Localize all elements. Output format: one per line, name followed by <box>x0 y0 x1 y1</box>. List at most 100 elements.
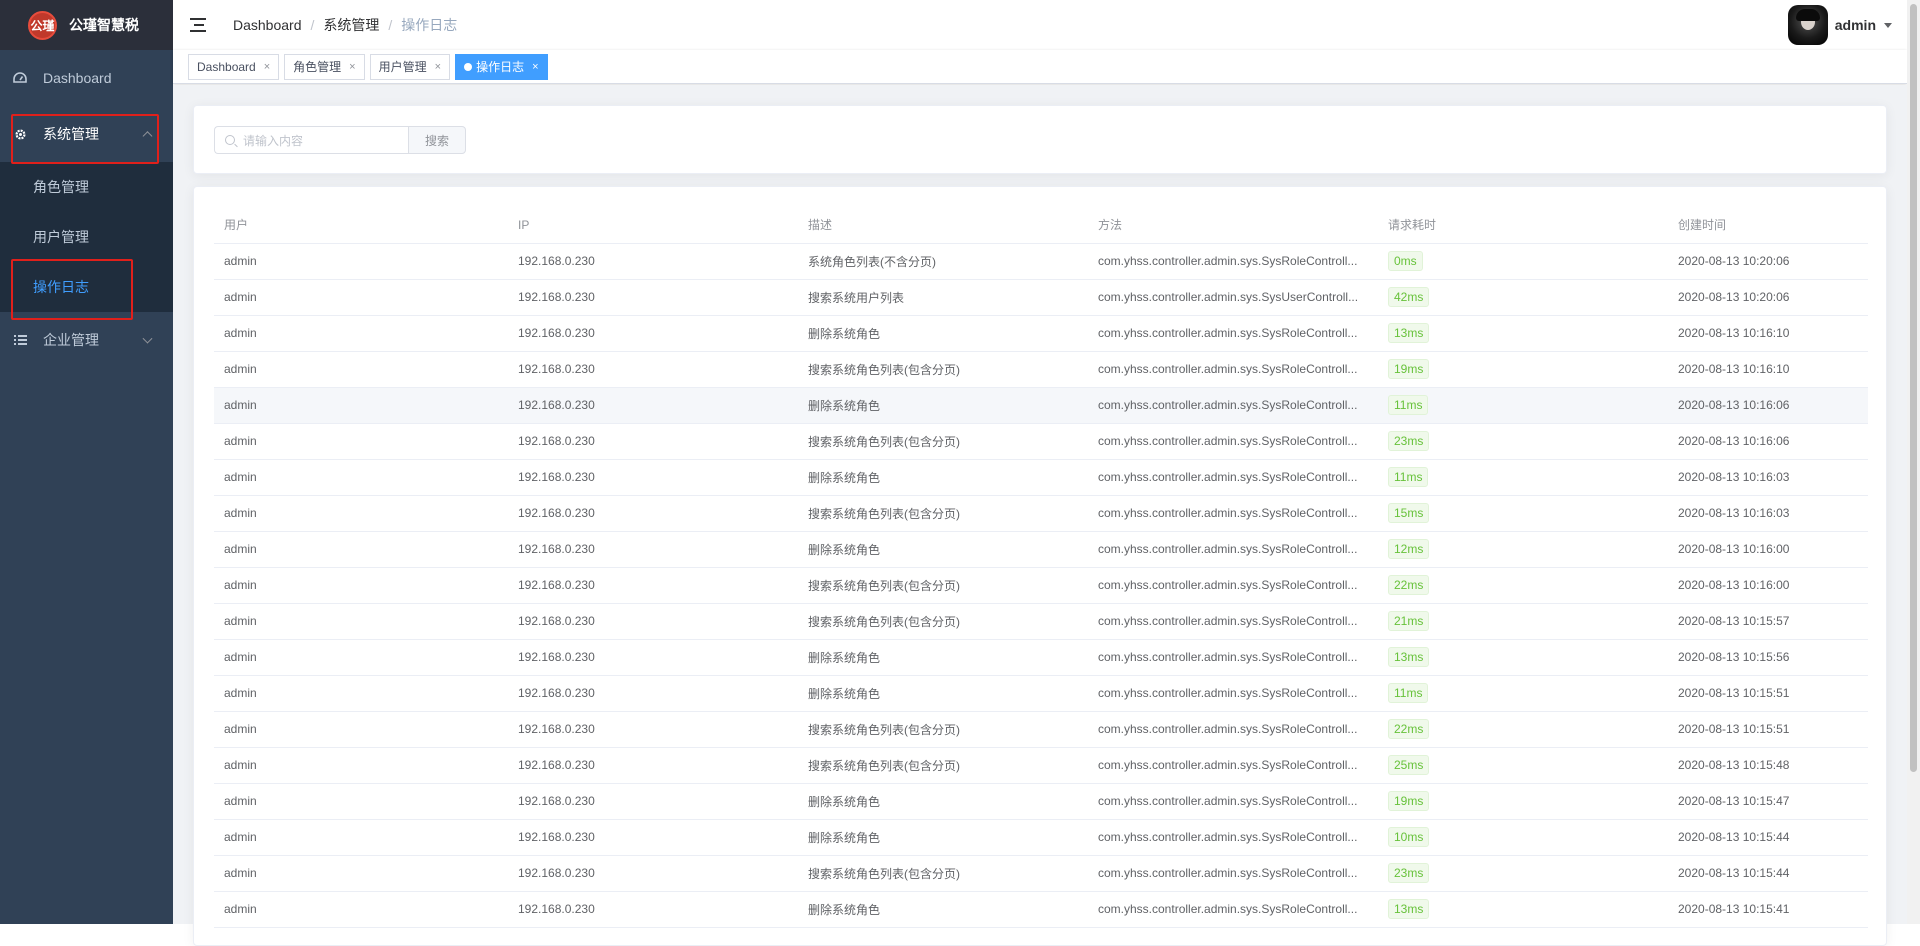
page-scrollbar[interactable] <box>1907 0 1920 924</box>
table-header-row: 用户 IP 描述 方法 请求耗时 创建时间 <box>214 207 1868 244</box>
duration-tag: 19ms <box>1388 791 1430 811</box>
duration-tag: 13ms <box>1388 323 1430 343</box>
table-row[interactable]: admin 192.168.0.230 搜索系统角色列表(包含分页) com.yhss… <box>214 423 1868 460</box>
cell-duration: 15ms <box>1378 495 1668 532</box>
cell-created: 2020-08-13 10:15:56 <box>1668 639 1868 676</box>
close-icon[interactable]: × <box>435 61 441 73</box>
table-row[interactable]: admin 192.168.0.230 搜索系统角色列表(包含分页) com.yhss… <box>214 351 1868 388</box>
table-row[interactable]: admin 192.168.0.230 搜索系统角色列表(包含分页) com.yhss… <box>214 603 1868 640</box>
cell-method: com.yhss.controller.admin.sys.SysRoleCon… <box>1088 603 1378 640</box>
cell-ip: 192.168.0.230 <box>508 567 798 604</box>
table-row[interactable]: admin 192.168.0.230 搜索系统角色列表(包含分页) com.yhss… <box>214 747 1868 784</box>
table-row[interactable]: admin 192.168.0.230 删除系统角色 com.yhss.control… <box>214 675 1868 712</box>
cell-ip: 192.168.0.230 <box>508 531 798 568</box>
table-row[interactable]: admin 192.168.0.230 删除系统角色 com.yhss.control… <box>214 639 1868 676</box>
cell-created: 2020-08-13 10:15:51 <box>1668 675 1868 712</box>
cell-description: 删除系统角色 <box>798 783 1088 820</box>
sidebar-item-user[interactable]: 用户管理 <box>0 212 173 262</box>
breadcrumb-separator: / <box>388 17 393 33</box>
tag-log[interactable]: 操作日志 × <box>455 53 548 80</box>
search-card: 请输入内容 搜索 <box>193 105 1887 174</box>
cell-duration: 22ms <box>1378 711 1668 748</box>
cell-method: com.yhss.controller.admin.sys.SysRoleCon… <box>1088 567 1378 604</box>
duration-tag: 19ms <box>1388 359 1430 379</box>
sidebar-item-label: 角色管理 <box>33 179 89 195</box>
cell-duration: 23ms <box>1378 855 1668 892</box>
table-row[interactable]: admin 192.168.0.230 搜索系统用户列表 com.yhss.contr… <box>214 279 1868 316</box>
table-row[interactable]: admin 192.168.0.230 删除系统角色 com.yhss.control… <box>214 819 1868 856</box>
search-button[interactable]: 搜索 <box>408 126 466 154</box>
cell-method: com.yhss.controller.admin.sys.SysRoleCon… <box>1088 387 1378 424</box>
cell-user: admin <box>214 675 508 712</box>
sidebar-item-log[interactable]: 操作日志 <box>0 262 173 312</box>
user-menu[interactable]: admin <box>1787 5 1892 45</box>
cell-created: 2020-08-13 10:16:10 <box>1668 315 1868 352</box>
sidebar-item-role[interactable]: 角色管理 <box>0 162 173 212</box>
sidebar: 公瑾 公瑾智慧税 Dashboard 系统管理 角色管理 用户管理 操作日志 企… <box>0 0 173 924</box>
app-title: 公瑾智慧税 <box>69 17 139 33</box>
logo[interactable]: 公瑾 公瑾智慧税 <box>0 0 173 50</box>
table-row[interactable]: admin 192.168.0.230 删除系统角色 com.yhss.control… <box>214 459 1868 496</box>
tag-dashboard[interactable]: Dashboard × <box>188 53 280 80</box>
table-row[interactable]: admin 192.168.0.230 删除系统角色 com.yhss.control… <box>214 387 1868 424</box>
cell-user: admin <box>214 279 508 316</box>
column-header-description: 描述 <box>798 207 1088 244</box>
table-row[interactable]: admin 192.168.0.230 删除系统角色 com.yhss.control… <box>214 783 1868 820</box>
table-row[interactable]: admin 192.168.0.230 删除系统角色 com.yhss.control… <box>214 891 1868 928</box>
cell-method: com.yhss.controller.admin.sys.SysRoleCon… <box>1088 675 1378 712</box>
table-row[interactable]: admin 192.168.0.230 搜索系统角色列表(包含分页) com.yhss… <box>214 711 1868 748</box>
table-row[interactable]: admin 192.168.0.230 删除系统角色 com.yhss.control… <box>214 531 1868 568</box>
search-input[interactable]: 请输入内容 <box>214 126 408 154</box>
search-placeholder: 请输入内容 <box>243 133 304 148</box>
logo-seal: 公瑾 <box>28 10 57 40</box>
close-icon[interactable]: × <box>532 61 538 73</box>
sidebar-item-dashboard[interactable]: Dashboard <box>0 50 173 106</box>
caret-down-icon[interactable] <box>1884 22 1892 28</box>
cell-description: 搜索系统角色列表(包含分页) <box>798 855 1088 892</box>
duration-tag: 23ms <box>1388 863 1430 883</box>
scrollbar-thumb[interactable] <box>1910 4 1917 772</box>
cell-created: 2020-08-13 10:20:06 <box>1668 243 1868 280</box>
sidebar-item-label: Dashboard <box>43 70 112 86</box>
table-row[interactable]: admin 192.168.0.230 系统角色列表(不含分页) com.yhss.c… <box>214 243 1868 280</box>
cell-description: 删除系统角色 <box>798 315 1088 352</box>
table-row[interactable]: admin 192.168.0.230 搜索系统角色列表(包含分页) com.yhss… <box>214 855 1868 892</box>
table-row[interactable]: admin 192.168.0.230 删除系统角色 com.yhss.control… <box>214 315 1868 352</box>
cell-description: 搜索系统角色列表(包含分页) <box>798 495 1088 532</box>
cell-created: 2020-08-13 10:16:03 <box>1668 459 1868 496</box>
list-icon <box>13 333 27 347</box>
duration-tag: 15ms <box>1388 503 1430 523</box>
column-header-ip: IP <box>508 207 798 244</box>
close-icon[interactable]: × <box>349 61 355 73</box>
cell-method: com.yhss.controller.admin.sys.SysRoleCon… <box>1088 891 1378 928</box>
hamburger-icon[interactable] <box>190 18 206 32</box>
avatar[interactable] <box>1787 5 1828 45</box>
duration-tag: 25ms <box>1388 755 1430 775</box>
sidebar-item-enterprise[interactable]: 企业管理 <box>0 312 173 368</box>
cell-duration: 12ms <box>1378 531 1668 568</box>
cell-created: 2020-08-13 10:16:00 <box>1668 531 1868 568</box>
breadcrumb-item[interactable]: 系统管理 <box>323 15 379 35</box>
cell-method: com.yhss.controller.admin.sys.SysUserCon… <box>1088 279 1378 316</box>
navbar: Dashboard / 系统管理 / 操作日志 admin <box>173 0 1920 50</box>
duration-tag: 10ms <box>1388 827 1430 847</box>
cell-duration: 19ms <box>1378 351 1668 388</box>
table-row[interactable]: admin 192.168.0.230 搜索系统角色列表(包含分页) com.yhss… <box>214 495 1868 532</box>
sidebar-item-system[interactable]: 系统管理 <box>0 106 173 162</box>
tag-role[interactable]: 角色管理 × <box>284 53 365 80</box>
cell-description: 删除系统角色 <box>798 531 1088 568</box>
cell-method: com.yhss.controller.admin.sys.SysRoleCon… <box>1088 855 1378 892</box>
cell-method: com.yhss.controller.admin.sys.SysRoleCon… <box>1088 351 1378 388</box>
close-icon[interactable]: × <box>264 61 270 73</box>
duration-tag: 22ms <box>1388 719 1430 739</box>
cell-user: admin <box>214 459 508 496</box>
cell-method: com.yhss.controller.admin.sys.SysRoleCon… <box>1088 315 1378 352</box>
cell-method: com.yhss.controller.admin.sys.SysRoleCon… <box>1088 711 1378 748</box>
duration-tag: 11ms <box>1388 683 1429 703</box>
user-name[interactable]: admin <box>1835 17 1876 33</box>
breadcrumb-item[interactable]: Dashboard <box>233 17 302 33</box>
cell-ip: 192.168.0.230 <box>508 855 798 892</box>
tag-user[interactable]: 用户管理 × <box>369 53 451 80</box>
table-row[interactable]: admin 192.168.0.230 搜索系统角色列表(包含分页) com.yhss… <box>214 567 1868 604</box>
duration-tag: 11ms <box>1388 467 1429 487</box>
